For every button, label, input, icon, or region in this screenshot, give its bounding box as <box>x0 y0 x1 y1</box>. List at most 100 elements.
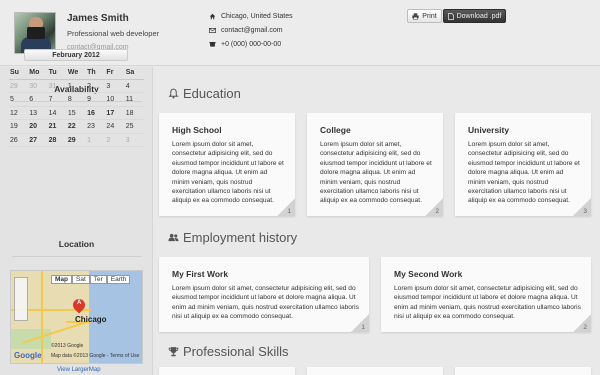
card-title: My Second Work <box>394 269 463 279</box>
calendar-day[interactable]: 23 <box>86 120 106 134</box>
calendar-day[interactable]: 13 <box>28 107 48 120</box>
contact-location-text: Chicago, United States <box>221 13 293 20</box>
calendar-day[interactable]: 14 <box>47 107 67 120</box>
card-number: 1 <box>361 324 365 331</box>
envelope-icon <box>209 28 216 33</box>
card-title: College <box>320 125 351 135</box>
map-type-map[interactable]: Map <box>51 275 72 284</box>
contact-email: contact@gmail.com <box>209 27 283 34</box>
calendar-day[interactable]: 8 <box>66 93 87 107</box>
employment-card: My Second Work Lorem ipsum dolor sit ame… <box>381 257 591 332</box>
card-corner <box>573 198 591 216</box>
calendar-day[interactable]: 21 <box>47 120 67 134</box>
profile-role: Professional web developer <box>67 29 160 38</box>
card-number: 2 <box>435 208 439 215</box>
file-icon <box>447 12 454 20</box>
calendar-day[interactable]: 24 <box>105 120 125 134</box>
calendar-dow: Tu <box>47 66 67 80</box>
card-number: 1 <box>287 208 291 215</box>
employment-title: Employment history <box>183 230 298 245</box>
calendar-day[interactable]: 25 <box>124 120 144 134</box>
card-corner <box>573 314 591 332</box>
location-map[interactable]: Map Sat Ter Earth A Chicago ©2013 Google… <box>10 270 143 364</box>
location-title: Location <box>58 239 95 249</box>
card-text: Lorem ipsum dolor sit amet, consectetur … <box>468 141 580 205</box>
card-text: Lorem ipsum dolor sit amet, consectetur … <box>172 285 359 321</box>
skills-heading: Professional Skills <box>168 344 289 359</box>
employment-heading: Employment history <box>168 230 297 245</box>
contact-location: Chicago, United States <box>209 13 293 20</box>
card-text: Lorem ipsum dolor sit amet, consectetur … <box>172 141 284 205</box>
calendar-dow: We <box>66 66 87 80</box>
download-pdf-button[interactable]: Download .pdf <box>443 9 506 23</box>
calendar-day[interactable]: 15 <box>66 107 87 120</box>
google-logo: Google <box>14 351 42 360</box>
availability-calendar: February 2012 Su Mo Tu We Th Fr Sa 29 30 31 1 2 3 4 5 6… <box>9 49 144 147</box>
calendar-day[interactable]: 1 <box>86 134 106 147</box>
users-icon <box>168 233 179 242</box>
print-icon <box>412 12 419 20</box>
skill-card <box>455 367 591 375</box>
calendar-day[interactable]: 16 <box>86 107 106 120</box>
calendar-day[interactable]: 3 <box>124 134 144 147</box>
calendar-day[interactable]: 30 <box>28 80 48 93</box>
calendar-day[interactable]: 27 <box>28 134 48 147</box>
skill-card <box>307 367 443 375</box>
map-type-earth[interactable]: Earth <box>106 275 131 284</box>
calendar-grid: Su Mo Tu We Th Fr Sa 29 30 31 1 2 3 4 5 6 7 8 9 10 11 12 13 14 1… <box>9 66 144 147</box>
skill-card <box>159 367 295 375</box>
trophy-icon <box>168 347 179 357</box>
calendar-day[interactable]: 28 <box>47 134 67 147</box>
view-larger-map-link[interactable]: View LargerMap <box>57 367 101 373</box>
phone-icon <box>209 42 216 47</box>
map-city-label: Chicago <box>75 315 107 324</box>
calendar-day[interactable]: 12 <box>9 107 29 120</box>
print-button[interactable]: Print <box>407 9 442 23</box>
map-type-sat[interactable]: Sat <box>72 275 90 284</box>
map-pin-label: A <box>77 300 82 306</box>
card-title: High School <box>172 125 222 135</box>
card-number: 2 <box>583 324 587 331</box>
card-text: Lorem ipsum dolor sit amet, consectetur … <box>394 285 581 321</box>
bell-icon <box>168 88 179 99</box>
map-type-ter[interactable]: Ter <box>89 275 107 284</box>
calendar-day[interactable]: 31 <box>47 80 67 93</box>
calendar-day[interactable]: 1 <box>66 80 87 93</box>
skills-title: Professional Skills <box>183 344 289 359</box>
calendar-day[interactable]: 4 <box>124 80 144 93</box>
calendar-dow: Th <box>86 66 106 80</box>
card-corner <box>277 198 295 216</box>
calendar-day[interactable]: 19 <box>9 120 29 134</box>
avatar <box>14 12 56 54</box>
calendar-day[interactable]: 6 <box>28 93 48 107</box>
map-terms[interactable]: Map data ©2013 Google - Terms of Use <box>51 353 139 359</box>
calendar-day[interactable]: 10 <box>105 93 125 107</box>
map-zoom-control[interactable] <box>14 277 28 321</box>
calendar-day[interactable]: 2 <box>86 80 106 93</box>
calendar-day[interactable]: 29 <box>9 80 29 93</box>
calendar-day[interactable]: 2 <box>105 134 125 147</box>
contact-phone-text: +0 (000) 000-00-00 <box>221 41 282 48</box>
education-card: University Lorem ipsum dolor sit amet, c… <box>455 113 591 216</box>
calendar-day[interactable]: 5 <box>9 93 29 107</box>
calendar-day[interactable]: 20 <box>28 120 48 134</box>
calendar-day[interactable]: 11 <box>124 93 144 107</box>
calendar-day[interactable]: 22 <box>66 120 87 134</box>
calendar-day[interactable]: 18 <box>124 107 144 120</box>
map-copyright: ©2013 Google <box>51 343 84 349</box>
calendar-day[interactable]: 17 <box>105 107 125 120</box>
calendar-dow: Su <box>9 66 29 80</box>
contact-phone: +0 (000) 000-00-00 <box>209 41 281 48</box>
education-card: High School Lorem ipsum dolor sit amet, … <box>159 113 295 216</box>
contact-email-text[interactable]: contact@gmail.com <box>221 27 283 34</box>
calendar-day[interactable]: 29 <box>66 134 87 147</box>
map-type-bar: Map Sat Ter Earth <box>51 275 131 284</box>
calendar-day[interactable]: 9 <box>86 93 106 107</box>
education-heading: Education <box>168 86 241 101</box>
card-corner <box>351 314 369 332</box>
calendar-day[interactable]: 3 <box>105 80 125 93</box>
calendar-day[interactable]: 7 <box>47 93 67 107</box>
calendar-day[interactable]: 26 <box>9 134 29 147</box>
calendar-dow: Fr <box>105 66 125 80</box>
calendar-dow: Mo <box>28 66 48 80</box>
